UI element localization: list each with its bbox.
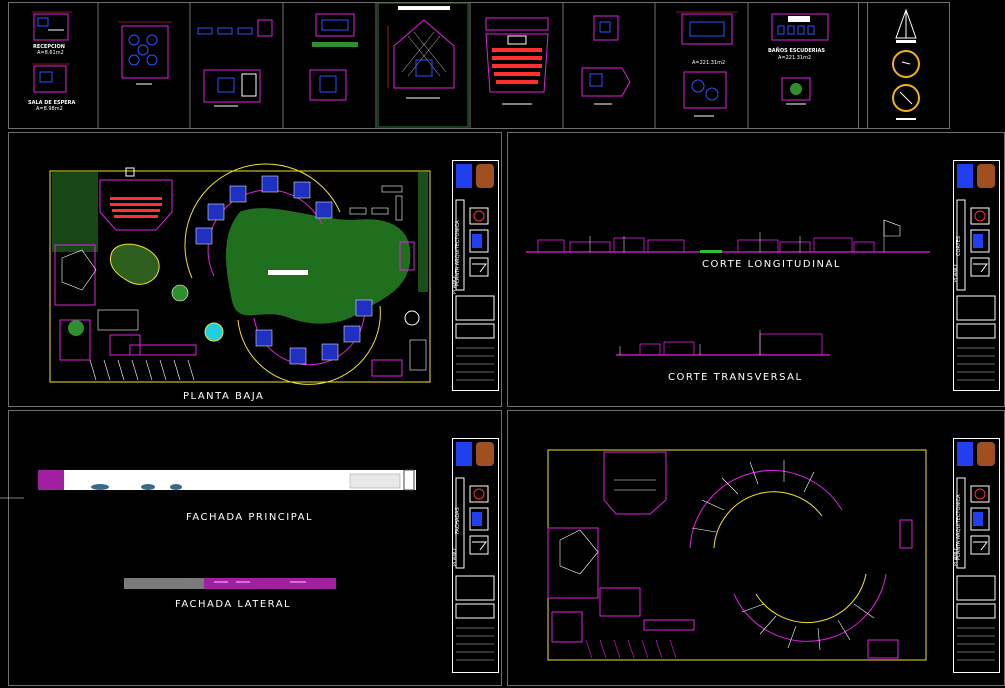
title-block-estructura-title: PLANTA ARQUITECTONICA [956,494,962,560]
wall-plan-drawing [547,449,927,661]
